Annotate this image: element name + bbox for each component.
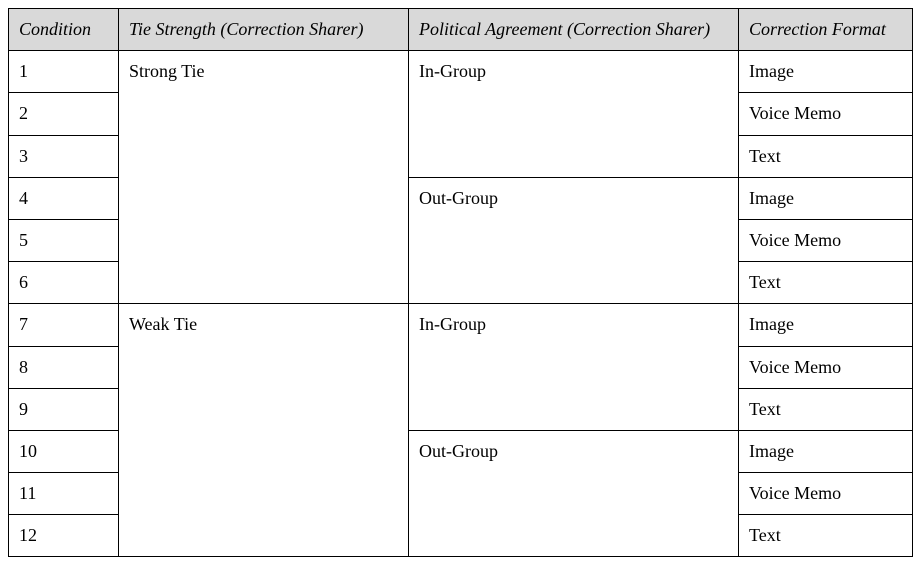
- cell-agreement: Out-Group: [409, 177, 739, 304]
- cell-condition: 12: [9, 515, 119, 557]
- cell-condition: 8: [9, 346, 119, 388]
- cell-format: Text: [739, 515, 913, 557]
- cell-tie-strength: Strong Tie: [119, 51, 409, 304]
- table-header-row: Condition Tie Strength (Correction Share…: [9, 9, 913, 51]
- cell-agreement: In-Group: [409, 304, 739, 431]
- cell-condition: 9: [9, 388, 119, 430]
- table-row: 7 Weak Tie In-Group Image: [9, 304, 913, 346]
- cell-format: Text: [739, 388, 913, 430]
- cell-condition: 7: [9, 304, 119, 346]
- header-political-agreement: Political Agreement (Correction Sharer): [409, 9, 739, 51]
- cell-condition: 2: [9, 93, 119, 135]
- header-correction-format: Correction Format: [739, 9, 913, 51]
- cell-condition: 5: [9, 219, 119, 261]
- cell-agreement: In-Group: [409, 51, 739, 178]
- cell-condition: 3: [9, 135, 119, 177]
- cell-condition: 11: [9, 473, 119, 515]
- cell-format: Voice Memo: [739, 93, 913, 135]
- cell-format: Voice Memo: [739, 473, 913, 515]
- cell-tie-strength: Weak Tie: [119, 304, 409, 557]
- cell-condition: 1: [9, 51, 119, 93]
- cell-agreement: Out-Group: [409, 430, 739, 557]
- cell-format: Image: [739, 430, 913, 472]
- cell-condition: 10: [9, 430, 119, 472]
- cell-format: Voice Memo: [739, 219, 913, 261]
- header-tie-strength: Tie Strength (Correction Sharer): [119, 9, 409, 51]
- cell-condition: 6: [9, 262, 119, 304]
- cell-condition: 4: [9, 177, 119, 219]
- cell-format: Image: [739, 304, 913, 346]
- cell-format: Image: [739, 177, 913, 219]
- table-row: 1 Strong Tie In-Group Image: [9, 51, 913, 93]
- header-condition: Condition: [9, 9, 119, 51]
- cell-format: Text: [739, 135, 913, 177]
- conditions-table: Condition Tie Strength (Correction Share…: [8, 8, 913, 557]
- cell-format: Image: [739, 51, 913, 93]
- cell-format: Text: [739, 262, 913, 304]
- cell-format: Voice Memo: [739, 346, 913, 388]
